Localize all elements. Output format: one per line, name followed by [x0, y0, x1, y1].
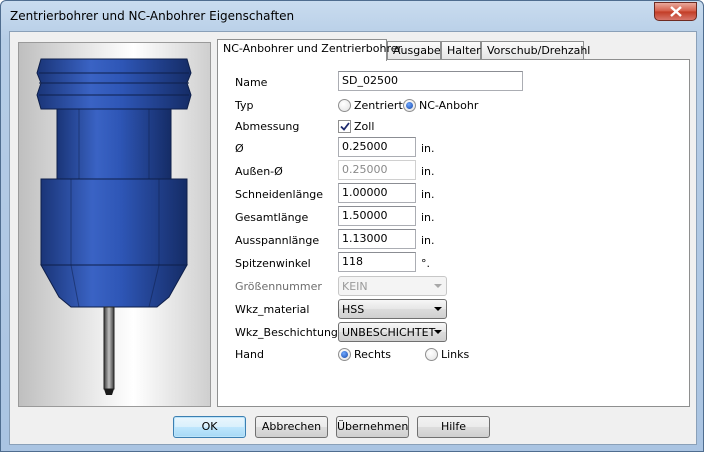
clamp-length-label: Ausspannlänge: [235, 234, 320, 247]
help-button[interactable]: Hilfe: [417, 416, 490, 438]
zoll-checkbox[interactable]: [338, 120, 351, 133]
typ-zentriert-radio[interactable]: [338, 99, 351, 112]
hand-rechts-radio[interactable]: [338, 348, 351, 361]
total-length-unit: in.: [421, 211, 435, 224]
zoll-label: Zoll: [354, 120, 375, 133]
dialog-client-area: NC-Anbohrer und Zentrierbohrer Ausgabe H…: [9, 31, 697, 445]
typ-zentriert-label: Zentriert: [354, 99, 403, 112]
coating-value: UNBESCHICHTET: [342, 326, 436, 339]
tip-angle-label: Spitzenwinkel: [235, 257, 311, 270]
outer-diameter-unit: in.: [421, 165, 435, 178]
close-icon: [669, 6, 682, 17]
outer-diameter-label: Außen-Ø: [235, 165, 283, 178]
material-value: HSS: [342, 303, 365, 316]
diameter-input[interactable]: 0.25000: [338, 137, 416, 157]
size-number-select: KEIN: [338, 276, 447, 296]
diameter-unit: in.: [421, 142, 435, 155]
typ-nc-anbohr-label: NC-Anbohr: [419, 99, 479, 112]
window-title: Zentrierbohrer und NC-Anbohrer Eigenscha…: [10, 9, 295, 23]
coating-select[interactable]: UNBESCHICHTET: [338, 322, 447, 342]
dropdown-arrow-icon: [434, 330, 442, 334]
hand-links-label: Links: [441, 348, 470, 361]
title-bar[interactable]: Zentrierbohrer und NC-Anbohrer Eigenscha…: [1, 1, 703, 31]
total-length-input[interactable]: 1.50000: [338, 206, 416, 226]
properties-panel: Name SD_02500 Typ Zentriert NC-Anbohr Ab…: [217, 59, 690, 407]
coating-label: Wkz_Beschichtung: [235, 326, 338, 339]
hand-links-radio[interactable]: [425, 348, 438, 361]
tab-vorschub-drehzahl[interactable]: Vorschub/Drehzahl: [481, 41, 590, 60]
hand-label: Hand: [235, 348, 264, 361]
abmessung-label: Abmessung: [235, 120, 300, 133]
dropdown-arrow-icon: [434, 284, 442, 288]
cutting-length-label: Schneidenlänge: [235, 188, 324, 201]
dialog-window: Zentrierbohrer und NC-Anbohrer Eigenscha…: [0, 0, 704, 452]
tip-angle-unit: °.: [421, 257, 430, 270]
size-number-value: KEIN: [342, 280, 368, 293]
checkmark-icon: [339, 122, 350, 131]
cancel-button[interactable]: Abbrechen: [255, 416, 328, 438]
outer-diameter-input: 0.25000: [338, 160, 416, 180]
typ-nc-anbohr-radio[interactable]: [403, 99, 416, 112]
dropdown-arrow-icon: [434, 307, 442, 311]
name-input[interactable]: SD_02500: [338, 71, 523, 91]
material-select[interactable]: HSS: [338, 299, 447, 319]
apply-button[interactable]: Übernehmen: [336, 416, 409, 438]
clamp-length-input[interactable]: 1.13000: [338, 229, 416, 249]
total-length-label: Gesamtlänge: [235, 211, 309, 224]
cutting-length-unit: in.: [421, 188, 435, 201]
clamp-length-unit: in.: [421, 234, 435, 247]
tip-angle-input[interactable]: 118: [338, 252, 416, 272]
tool-preview: [18, 42, 211, 407]
close-button[interactable]: [654, 2, 697, 21]
diameter-label: Ø: [235, 142, 244, 155]
hand-rechts-label: Rechts: [354, 348, 391, 361]
center-drill-image: [36, 58, 192, 395]
tab-nc-anbohrer[interactable]: NC-Anbohrer und Zentrierbohrer: [217, 39, 402, 61]
tab-halter[interactable]: Halter: [441, 41, 481, 60]
cutting-length-input[interactable]: 1.00000: [338, 183, 416, 203]
material-label: Wkz_material: [235, 303, 310, 316]
name-label: Name: [235, 76, 268, 89]
typ-label: Typ: [235, 99, 254, 112]
size-number-label: Größennummer: [235, 280, 322, 293]
ok-button[interactable]: OK: [173, 416, 246, 438]
